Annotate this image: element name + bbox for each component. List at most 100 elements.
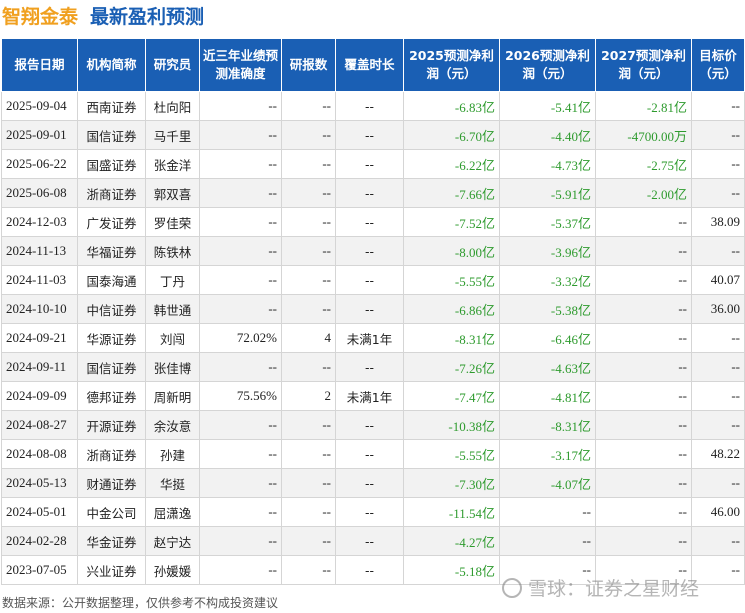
cell-org: 国盛证券 — [77, 149, 146, 179]
cell-target-price: -- — [691, 149, 745, 179]
col-header-accuracy[interactable]: 近三年业绩预测准确度 — [199, 38, 282, 92]
cell-profit-2025: -7.26亿 — [403, 352, 500, 382]
cell-org: 西南证券 — [77, 91, 146, 121]
table-row: 2024-11-13 华福证券 陈铁林 -- -- -- -8.00亿 -3.96亿 -- -- — [1, 236, 745, 266]
cell-profit-2025: -5.55亿 — [403, 265, 500, 295]
cell-date: 2024-12-03 — [1, 207, 78, 237]
cell-report-count: -- — [281, 236, 336, 266]
col-header-profit-2026[interactable]: 2026预测净利润（元） — [499, 38, 596, 92]
col-header-report-count[interactable]: 研报数 — [281, 38, 336, 92]
cell-org: 德邦证券 — [77, 381, 146, 411]
table-row: 2024-12-03 广发证券 罗佳荣 -- -- -- -7.52亿 -5.37亿 -- 38.… — [1, 207, 745, 237]
cell-profit-2027: -- — [595, 468, 692, 498]
cell-report-count: -- — [281, 91, 336, 121]
cell-profit-2027: -- — [595, 294, 692, 324]
cell-org: 中金公司 — [77, 497, 146, 527]
cell-coverage: -- — [335, 526, 404, 556]
cell-org: 中信证券 — [77, 294, 146, 324]
cell-profit-2025: -6.86亿 — [403, 294, 500, 324]
cell-org: 浙商证券 — [77, 178, 146, 208]
cell-coverage: -- — [335, 91, 404, 121]
cell-profit-2026: -6.46亿 — [499, 323, 596, 353]
cell-report-count: 2 — [281, 381, 336, 411]
cell-accuracy: -- — [199, 120, 282, 150]
watermark-text: 雪球：证券之星财经 — [528, 578, 700, 600]
cell-report-count: -- — [281, 352, 336, 382]
cell-profit-2025: -4.27亿 — [403, 526, 500, 556]
cell-profit-2025: -7.47亿 — [403, 381, 500, 411]
data-source-note: 数据来源：公开数据整理，仅供参考不构成投资建议 — [2, 596, 279, 610]
cell-profit-2026: -5.37亿 — [499, 207, 596, 237]
cell-profit-2026: -4.07亿 — [499, 468, 596, 498]
cell-report-count: -- — [281, 526, 336, 556]
col-header-profit-2025[interactable]: 2025预测净利润（元） — [403, 38, 500, 92]
cell-target-price: -- — [691, 468, 745, 498]
cell-report-count: 4 — [281, 323, 336, 353]
snowball-logo-icon — [502, 577, 522, 598]
cell-coverage: -- — [335, 178, 404, 208]
cell-profit-2027: -2.75亿 — [595, 149, 692, 179]
cell-report-count: -- — [281, 120, 336, 150]
cell-coverage: -- — [335, 236, 404, 266]
cell-target-price: -- — [691, 178, 745, 208]
cell-analyst: 罗佳荣 — [145, 207, 200, 237]
cell-profit-2027: -- — [595, 439, 692, 469]
cell-accuracy: -- — [199, 468, 282, 498]
col-header-coverage[interactable]: 覆盖时长 — [335, 38, 404, 92]
cell-profit-2026: -8.31亿 — [499, 410, 596, 440]
page-title: 最新盈利预测 — [90, 5, 205, 28]
cell-coverage: -- — [335, 410, 404, 440]
cell-profit-2027: -- — [595, 323, 692, 353]
cell-accuracy: 75.56% — [199, 381, 282, 411]
cell-date: 2024-02-28 — [1, 526, 78, 556]
cell-profit-2027: -2.00亿 — [595, 178, 692, 208]
cell-accuracy: -- — [199, 236, 282, 266]
cell-profit-2025: -10.38亿 — [403, 410, 500, 440]
table-row: 2024-10-10 中信证券 韩世通 -- -- -- -6.86亿 -5.38亿 -- 36.… — [1, 294, 745, 324]
cell-date: 2024-05-01 — [1, 497, 78, 527]
cell-analyst: 屈潇逸 — [145, 497, 200, 527]
cell-analyst: 张佳博 — [145, 352, 200, 382]
cell-target-price: 46.00 — [691, 497, 745, 527]
cell-org: 华源证券 — [77, 323, 146, 353]
cell-date: 2025-09-04 — [1, 91, 78, 121]
cell-coverage: -- — [335, 149, 404, 179]
cell-profit-2025: -7.66亿 — [403, 178, 500, 208]
cell-profit-2025: -8.00亿 — [403, 236, 500, 266]
cell-profit-2025: -6.70亿 — [403, 120, 500, 150]
cell-target-price: -- — [691, 91, 745, 121]
cell-profit-2026: -- — [499, 497, 596, 527]
table-row: 2025-09-04 西南证券 杜向阳 -- -- -- -6.83亿 -5.41亿 -2.81… — [1, 91, 745, 121]
cell-profit-2027: -- — [595, 410, 692, 440]
col-header-target-price[interactable]: 目标价（元） — [691, 38, 745, 92]
cell-report-count: -- — [281, 468, 336, 498]
title-bar: 智翔金泰 最新盈利预测 — [2, 2, 204, 28]
cell-profit-2025: -8.31亿 — [403, 323, 500, 353]
cell-profit-2025: -11.54亿 — [403, 497, 500, 527]
cell-date: 2025-06-08 — [1, 178, 78, 208]
cell-accuracy: -- — [199, 352, 282, 382]
cell-coverage: 未满1年 — [335, 323, 404, 353]
cell-accuracy: -- — [199, 526, 282, 556]
col-header-date[interactable]: 报告日期 — [1, 38, 78, 92]
cell-analyst: 丁丹 — [145, 265, 200, 295]
cell-profit-2027: -- — [595, 207, 692, 237]
cell-date: 2025-06-22 — [1, 149, 78, 179]
cell-analyst: 赵宁达 — [145, 526, 200, 556]
col-header-analyst[interactable]: 研究员 — [145, 38, 200, 92]
cell-target-price: -- — [691, 120, 745, 150]
cell-accuracy: -- — [199, 91, 282, 121]
cell-org: 华金证券 — [77, 526, 146, 556]
cell-analyst: 郭双喜 — [145, 178, 200, 208]
cell-accuracy: 72.02% — [199, 323, 282, 353]
col-header-profit-2027[interactable]: 2027预测净利润（元） — [595, 38, 692, 92]
cell-accuracy: -- — [199, 294, 282, 324]
cell-report-count: -- — [281, 410, 336, 440]
cell-date: 2024-09-09 — [1, 381, 78, 411]
cell-date: 2023-07-05 — [1, 555, 78, 585]
col-header-org[interactable]: 机构简称 — [77, 38, 146, 92]
cell-accuracy: -- — [199, 555, 282, 585]
cell-analyst: 杜向阳 — [145, 91, 200, 121]
cell-report-count: -- — [281, 497, 336, 527]
table-row: 2025-09-01 国信证券 马千里 -- -- -- -6.70亿 -4.40亿 -4700… — [1, 120, 745, 150]
